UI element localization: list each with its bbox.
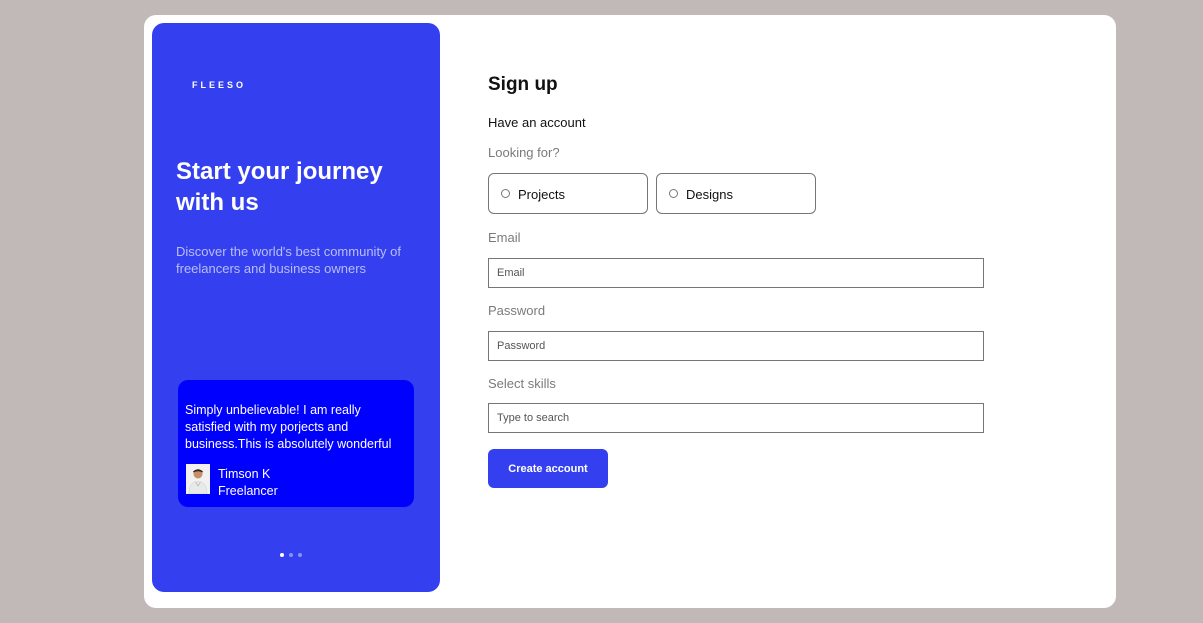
password-label: Password [488, 303, 546, 318]
designs-radio[interactable] [669, 189, 678, 198]
promo-panel: FLEESO Start your journey with us Discov… [152, 23, 440, 592]
looking-for-label: Looking for? [488, 145, 560, 160]
signup-card: FLEESO Start your journey with us Discov… [144, 15, 1116, 608]
projects-radio[interactable] [501, 189, 510, 198]
skills-label: Select skills [488, 376, 556, 391]
hero-subtitle: Discover the world's best community of f… [176, 244, 402, 276]
testimonial-quote: Simply unbelievable! I am really satisfi… [185, 403, 392, 451]
email-label: Email [488, 230, 521, 245]
form-title: Sign up [488, 74, 558, 95]
carousel-dot-3[interactable] [298, 553, 302, 557]
option-projects-label: Projects [518, 187, 565, 202]
carousel-dot-1[interactable] [280, 553, 284, 557]
testimonial-author-role: Freelancer [218, 484, 278, 498]
create-account-button[interactable]: Create account [488, 449, 608, 488]
have-account-link[interactable]: Have an account [488, 115, 586, 130]
brand-logo[interactable]: FLEESO [192, 80, 246, 90]
option-designs-label: Designs [686, 187, 733, 202]
skills-search-input[interactable] [488, 403, 984, 433]
hero-title: Start your journey with us [176, 158, 383, 216]
option-designs[interactable]: Designs [656, 173, 816, 214]
option-projects[interactable]: Projects [488, 173, 648, 214]
person-avatar-icon [186, 464, 210, 494]
carousel-dots [280, 553, 302, 557]
carousel-dot-2[interactable] [289, 553, 293, 557]
email-field[interactable] [488, 258, 984, 288]
testimonial-author-name: Timson K [218, 467, 271, 481]
password-field[interactable] [488, 331, 984, 361]
testimonial-card: Simply unbelievable! I am really satisfi… [178, 380, 414, 507]
signup-form: Sign up Have an account Looking for? Pro… [488, 15, 988, 608]
